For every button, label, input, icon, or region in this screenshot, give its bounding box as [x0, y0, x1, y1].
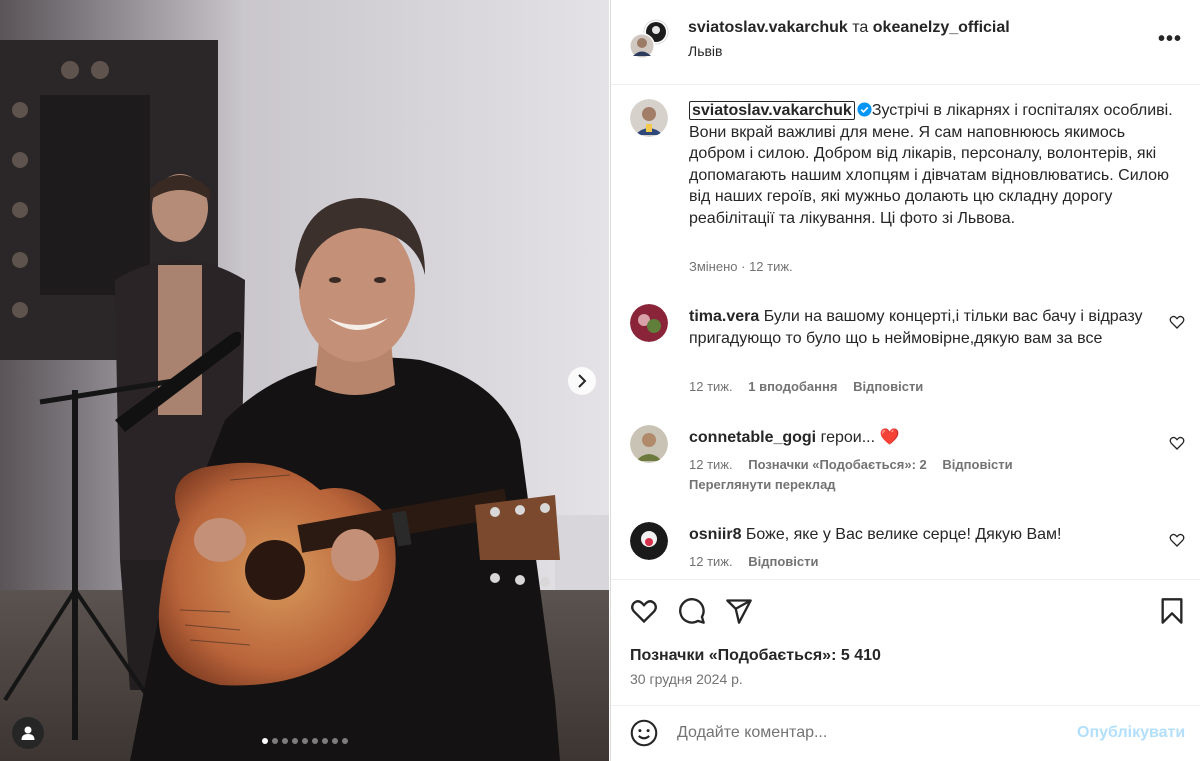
photo-scene	[0, 0, 609, 761]
comment-meta: 12 тиж. Позначки «Подобається»: 2 Відпов…	[689, 457, 1025, 472]
heart-icon[interactable]	[1169, 532, 1185, 548]
post-authors: sviatoslav.vakarchuk та okeanelzy_offici…	[688, 19, 1010, 37]
post-actions: Позначки «Подобається»: 5 410 30 грудня …	[611, 579, 1200, 689]
more-horizontal-icon: •••	[1158, 27, 1183, 50]
bookmark-icon[interactable]	[1158, 597, 1186, 625]
comment-time: 12 тиж.	[689, 379, 733, 394]
comment-input[interactable]	[677, 721, 1057, 745]
post-caption: sviatoslav.vakarchuk Зустрічі в лікарнях …	[689, 100, 1184, 230]
caption-time: 12 тиж.	[749, 259, 793, 274]
emoji-smile-icon[interactable]	[630, 719, 658, 747]
reply-button[interactable]: Відповісти	[748, 554, 818, 569]
next-photo-button[interactable]	[568, 367, 596, 395]
chevron-right-icon	[578, 374, 587, 388]
carousel-dot	[261, 738, 268, 744]
carousel-dot	[311, 738, 318, 744]
comment-text: Боже, яке у Вас велике серце! Дякую Вам!	[745, 526, 1062, 543]
comment-avatar[interactable]	[630, 522, 668, 560]
caption-username[interactable]: sviatoslav.vakarchuk	[689, 101, 855, 120]
verified-badge-icon	[857, 102, 872, 117]
caption-text: Зустрічі в лікарнях і госпіталях особлив…	[689, 102, 1173, 227]
comment-time: 12 тиж.	[689, 457, 733, 472]
avatar	[629, 19, 669, 59]
comment-likes[interactable]: Позначки «Подобається»: 2	[748, 457, 927, 472]
coauthor-avatars[interactable]	[628, 18, 670, 60]
heart-icon[interactable]	[630, 597, 658, 625]
carousel-dot	[321, 738, 328, 744]
likes-count[interactable]: Позначки «Подобається»: 5 410	[630, 647, 881, 665]
carousel-dot	[281, 738, 288, 744]
avatar	[630, 304, 668, 342]
comment-meta: 12 тиж. 1 вподобання Відповісти	[689, 379, 935, 394]
comment-icon[interactable]	[678, 597, 706, 625]
carousel-dot	[291, 738, 298, 744]
comment-avatar[interactable]	[630, 304, 668, 342]
carousel-dot	[341, 738, 348, 744]
carousel-dot	[301, 738, 308, 744]
carousel-dot	[331, 738, 338, 744]
comment-text: герои...	[820, 429, 880, 446]
caption-meta: Змінено · 12 тиж.	[689, 259, 793, 274]
tagged-users-button[interactable]	[12, 717, 44, 749]
comment-body: osniir8 Боже, яке у Вас велике серце! Дя…	[689, 524, 1159, 546]
author-username[interactable]: sviatoslav.vakarchuk	[688, 19, 848, 36]
comment-meta: 12 тиж. Відповісти	[689, 554, 830, 569]
comment-username[interactable]: connetable_gogi	[689, 429, 816, 446]
post-photo[interactable]	[0, 0, 609, 761]
avatar	[630, 99, 668, 137]
carousel-dot	[271, 738, 278, 744]
heart-emoji: ❤️	[879, 429, 900, 446]
post-location[interactable]: Львів	[688, 43, 722, 59]
more-options-button[interactable]: •••	[1158, 27, 1183, 50]
heart-icon[interactable]	[1169, 314, 1185, 330]
comment-username[interactable]: osniir8	[689, 526, 741, 543]
carousel-indicator	[0, 738, 609, 744]
avatar	[630, 522, 668, 560]
comment-time: 12 тиж.	[689, 554, 733, 569]
comment-username[interactable]: tima.vera	[689, 308, 759, 325]
coauthor-username[interactable]: okeanelzy_official	[873, 19, 1010, 36]
post-header: sviatoslav.vakarchuk та okeanelzy_offici…	[611, 0, 1200, 85]
comment-body: connetable_gogi герои... ❤️	[689, 427, 1159, 449]
see-translation-button[interactable]: Переглянути переклад	[689, 477, 836, 492]
post-details-panel: sviatoslav.vakarchuk та okeanelzy_offici…	[610, 0, 1200, 761]
reply-button[interactable]: Відповісти	[853, 379, 923, 394]
heart-icon[interactable]	[1169, 435, 1185, 451]
post-date[interactable]: 30 грудня 2024 р.	[630, 671, 743, 687]
caption-edited: Змінено	[689, 259, 738, 274]
comment-body: tima.vera Були на вашому концерті,і тіль…	[689, 306, 1159, 349]
comment-likes[interactable]: 1 вподобання	[748, 379, 837, 394]
send-icon[interactable]	[725, 597, 753, 625]
post-comment-button[interactable]: Опублікувати	[1077, 724, 1185, 742]
comments-feed[interactable]: sviatoslav.vakarchuk Зустрічі в лікарнях …	[611, 86, 1200, 579]
reply-button[interactable]: Відповісти	[942, 457, 1012, 472]
authors-conjunction: та	[852, 19, 869, 36]
caption-avatar[interactable]	[630, 99, 668, 137]
avatar	[630, 425, 668, 463]
comment-avatar[interactable]	[630, 425, 668, 463]
comment-composer: Опублікувати	[611, 705, 1200, 761]
